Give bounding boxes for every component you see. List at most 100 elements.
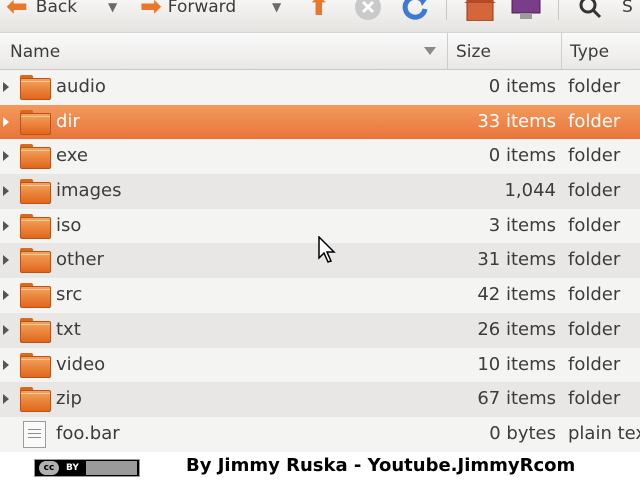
toolbar-separator: [446, 0, 447, 20]
cc-by-label: BY: [63, 463, 82, 473]
folder-icon: [20, 248, 51, 274]
row-type: plain tex: [568, 422, 640, 444]
chevron-down-icon: ▼: [108, 0, 118, 14]
home-icon: [464, 0, 496, 21]
row-size: 33 items: [477, 110, 556, 132]
row-type: folder: [568, 180, 621, 202]
search-icon: [579, 0, 602, 19]
row-name: images: [56, 180, 122, 202]
column-header-type-label: Type: [570, 42, 610, 62]
column-header-size-label: Size: [456, 42, 491, 62]
row-name: zip: [56, 388, 82, 410]
row-type: folder: [568, 76, 621, 97]
row-size: 31 items: [477, 249, 556, 271]
sort-descending-icon: [424, 47, 436, 55]
folder-icon: [20, 283, 51, 309]
expander-icon[interactable]: [3, 394, 9, 405]
table-row[interactable]: foo.bar 0 bytes plain tex: [0, 416, 640, 452]
column-header-bar: Name Size Type: [0, 32, 640, 71]
forward-history-dropdown[interactable]: ▼: [272, 0, 281, 20]
computer-button[interactable]: [510, 0, 542, 20]
expander-icon[interactable]: [3, 151, 9, 162]
folder-icon: [20, 317, 51, 343]
row-size: 42 items: [477, 284, 556, 306]
back-arrow-icon: ⬅: [6, 0, 28, 22]
forward-arrow-icon: ➡: [140, 0, 162, 22]
row-size: 0 bytes: [489, 422, 556, 444]
column-header-size[interactable]: Size: [448, 33, 562, 71]
expander-icon[interactable]: [3, 116, 9, 127]
stop-icon: [355, 0, 381, 20]
cc-logo-icon: cc: [39, 461, 59, 475]
reload-button[interactable]: [400, 0, 430, 20]
credit-text: By Jimmy Ruska - Youtube.JimmyRcom: [186, 455, 576, 476]
folder-icon: [20, 179, 51, 205]
table-row[interactable]: exe 0 items folder: [0, 139, 640, 175]
expander-icon[interactable]: [3, 290, 9, 301]
license-badge: cc BY: [34, 459, 140, 477]
row-name: exe: [56, 145, 88, 167]
folder-icon: [20, 387, 51, 413]
forward-button[interactable]: ➡ Forward: [140, 0, 236, 20]
row-name: iso: [56, 214, 82, 236]
column-header-type[interactable]: Type: [562, 33, 640, 71]
stop-button[interactable]: [354, 0, 382, 20]
expander-icon[interactable]: [3, 359, 9, 370]
table-row[interactable]: src 42 items folder: [0, 278, 640, 313]
row-size: 26 items: [477, 318, 556, 340]
table-row[interactable]: txt 26 items folder: [0, 312, 640, 348]
search-button[interactable]: S: [578, 0, 633, 20]
folder-icon: [20, 75, 51, 100]
expander-icon[interactable]: [3, 324, 9, 335]
back-button[interactable]: ⬅ Back: [6, 0, 77, 20]
row-name: dir: [56, 110, 80, 132]
table-row[interactable]: video 10 items folder: [0, 347, 640, 383]
toolbar-separator: [558, 0, 559, 20]
row-size: 0 items: [488, 145, 556, 167]
row-size: 3 items: [488, 214, 556, 236]
row-type: folder: [568, 388, 621, 410]
text-file-icon: [23, 420, 46, 448]
folder-icon: [20, 109, 51, 135]
folder-icon: [20, 213, 51, 239]
up-arrow-icon: ⬆: [308, 0, 330, 22]
toolbar: ⬅ Back ▼ ➡ Forward ▼ ⬆ S: [0, 0, 640, 32]
back-history-dropdown[interactable]: ▼: [108, 0, 117, 20]
row-name: video: [56, 353, 106, 375]
expander-icon[interactable]: [3, 220, 9, 231]
home-button[interactable]: [463, 0, 497, 21]
row-name: other: [56, 249, 104, 271]
row-name: src: [56, 284, 83, 306]
row-size: 10 items: [477, 353, 556, 375]
row-type: folder: [568, 214, 621, 236]
expander-icon[interactable]: [3, 186, 9, 197]
row-name: audio: [56, 76, 106, 97]
row-type: folder: [568, 110, 621, 132]
footer-banner: cc BY By Jimmy Ruska - Youtube.JimmyRcom: [0, 452, 640, 480]
forward-label: Forward: [167, 0, 237, 17]
search-label: S: [622, 0, 633, 17]
folder-icon: [20, 352, 51, 378]
reload-icon: [402, 0, 428, 20]
column-header-name[interactable]: Name: [0, 33, 448, 71]
row-type: folder: [568, 284, 621, 306]
table-row[interactable]: zip 67 items folder: [0, 382, 640, 417]
chevron-down-icon: ▼: [272, 0, 282, 14]
computer-icon: [511, 0, 541, 19]
row-type: folder: [568, 353, 621, 375]
license-badge-fill: [85, 461, 137, 475]
folder-icon: [20, 144, 51, 170]
back-label: Back: [35, 0, 78, 17]
row-type: folder: [568, 318, 621, 340]
row-size: 67 items: [477, 388, 556, 410]
row-size: 0 items: [488, 76, 556, 97]
table-row[interactable]: images 1,044 items folder: [0, 174, 640, 235]
row-type: folder: [568, 145, 621, 167]
table-row[interactable]: audio 0 items folder: [0, 70, 640, 105]
row-name: txt: [56, 318, 81, 340]
expander-icon[interactable]: [3, 255, 9, 266]
column-header-name-label: Name: [10, 42, 61, 62]
expander-icon[interactable]: [3, 82, 9, 92]
table-row-selected[interactable]: dir 33 items folder: [0, 104, 640, 140]
up-button[interactable]: ⬆: [308, 0, 330, 20]
